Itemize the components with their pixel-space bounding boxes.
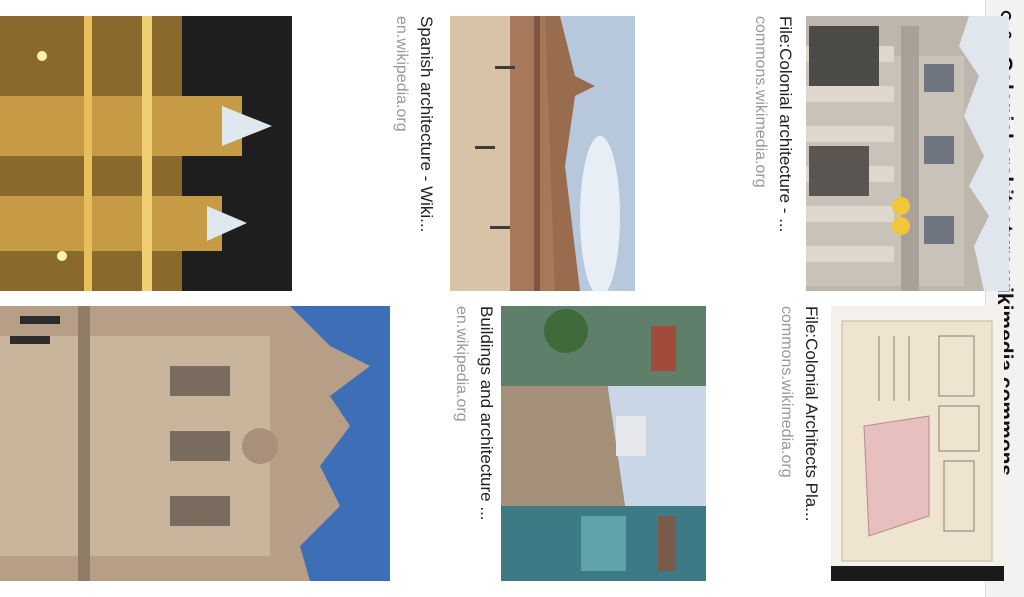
result-caption[interactable]: File:Colonial architecture - ... <box>775 16 795 291</box>
result-thumbnail-architectural-plan[interactable] <box>831 306 1004 581</box>
result-card[interactable]: Spanish architecture - Wiki... en.wikipe… <box>385 16 635 291</box>
result-source: en.wikipedia.org <box>453 306 470 422</box>
result-card[interactable] <box>0 16 292 291</box>
rotated-phone-screen: Colonial architecture wikimedia commons <box>0 0 1024 597</box>
result-thumbnail-stone-facade[interactable] <box>806 16 1009 291</box>
result-card[interactable]: File:Colonial architecture - ... commons… <box>697 16 1009 291</box>
result-caption[interactable]: Buildings and architecture ... <box>476 306 496 581</box>
result-card[interactable]: File:Colonial Architects Pla... commons.… <box>709 306 1004 581</box>
result-thumbnail-baroque-church[interactable] <box>0 306 390 581</box>
result-card[interactable] <box>0 306 390 581</box>
result-caption[interactable]: File:Colonial Architects Pla... <box>801 306 821 581</box>
result-caption[interactable]: Spanish architecture - Wiki... <box>416 16 436 291</box>
result-source: en.wikipedia.org <box>393 16 410 132</box>
result-thumbnail-plaza[interactable] <box>450 16 635 291</box>
result-source: commons.wikimedia.org <box>752 16 769 188</box>
result-thumbnail-night-cathedral[interactable] <box>0 16 292 291</box>
result-thumbnail-colonial-street[interactable] <box>501 306 706 581</box>
result-source: commons.wikimedia.org <box>778 306 795 478</box>
result-card[interactable]: Buildings and architecture ... en.wikipe… <box>444 306 706 581</box>
